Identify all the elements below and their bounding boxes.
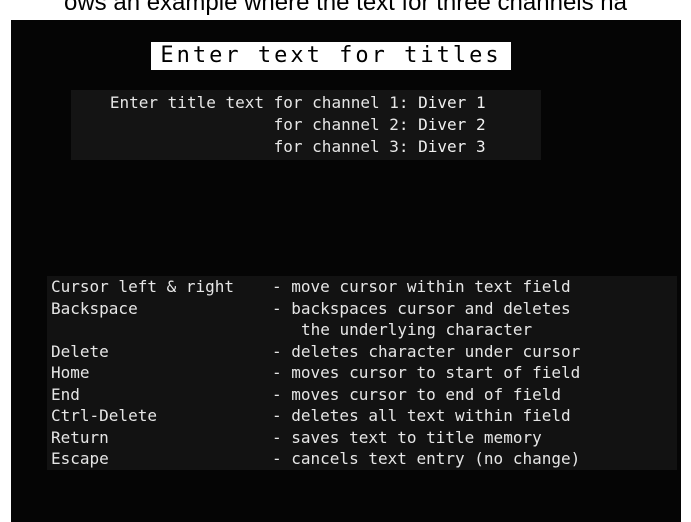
channel-1-label: for channel 1: <box>273 93 409 112</box>
channel-2-row: for channel 2: Diver 2 <box>71 114 486 136</box>
help-row-ctrl-delete: Ctrl-Delete - deletes all text within fi… <box>47 405 677 427</box>
prompt-lead: Enter title text <box>109 93 264 112</box>
help-key: Ctrl-Delete <box>51 406 157 425</box>
help-desc: - deletes all text within field <box>272 406 571 425</box>
help-key: Return <box>51 427 109 447</box>
help-key: Delete <box>51 341 109 361</box>
help-row-escape: Escape - cancels text entry (no change) <box>47 448 677 470</box>
channel-2-title-field[interactable]: Diver 2 <box>418 115 485 134</box>
help-key: Backspace <box>51 298 138 318</box>
help-desc: - backspaces cursor and deletes <box>272 298 571 318</box>
channel-3-row: for channel 3: Diver 3 <box>71 136 486 158</box>
channel-2-label: for channel 2: <box>273 115 409 134</box>
help-row-cursor: Cursor left & right - move cursor within… <box>47 276 677 298</box>
help-row-home: Home - moves cursor to start of field <box>47 362 677 384</box>
title-entry-panel: Enter title text for channel 1: Diver 1 … <box>71 90 541 160</box>
help-row-return: Return - saves text to title memory <box>47 427 677 449</box>
help-row-end: End - moves cursor to end of field <box>47 384 677 406</box>
channel-3-label: for channel 3: <box>273 137 409 156</box>
help-desc: - cancels text entry (no change) <box>272 449 581 468</box>
help-desc: - moves cursor to start of field <box>272 363 581 382</box>
channel-1-title-field[interactable]: Diver 1 <box>418 93 485 112</box>
help-key: Cursor left & right <box>51 277 235 296</box>
help-desc: - deletes character under cursor <box>272 341 581 361</box>
help-desc: - moves cursor to end of field <box>272 384 561 404</box>
help-desc: the underlying character <box>301 320 533 339</box>
help-key: Escape <box>51 449 109 468</box>
help-key: End <box>51 384 80 404</box>
channel-3-title-field[interactable]: Diver 3 <box>418 137 485 156</box>
help-row-backspace: Backspace - backspaces cursor and delete… <box>47 298 677 320</box>
help-row-delete: Delete - deletes character under cursor <box>47 341 677 363</box>
help-desc: - saves text to title memory <box>272 427 542 447</box>
channel-1-row: Enter title text for channel 1: Diver 1 <box>71 92 486 114</box>
help-key: Home <box>51 363 90 382</box>
caption-text: ows an example where the text for three … <box>64 0 627 16</box>
help-desc: - move cursor within text field <box>272 277 571 296</box>
help-row-backspace-cont: the underlying character <box>47 319 677 341</box>
key-help-list: Cursor left & right - move cursor within… <box>47 276 677 470</box>
screen-title: Enter text for titles <box>151 42 511 70</box>
video-screen: Enter text for titles Enter title text f… <box>11 20 681 522</box>
